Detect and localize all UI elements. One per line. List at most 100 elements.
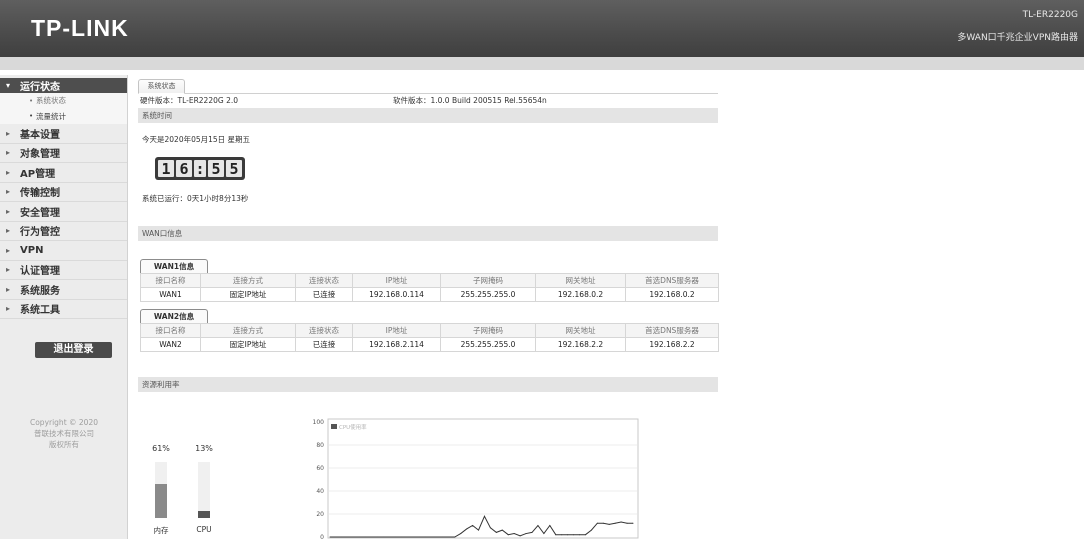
chevron-right-icon: ▸ (6, 148, 11, 158)
sidebar-item-label: 基本设置 (20, 129, 60, 141)
chevron-right-icon: ▸ (6, 245, 11, 255)
cell-ip-address: 192.168.2.114 (352, 337, 441, 352)
chevron-right-icon: ▸ (6, 284, 11, 294)
wan1-info-table: 接口名称 连接方式 连接状态 IP地址 子网掩码 网关地址 首选DNS服务器 W… (140, 273, 719, 302)
cpu-usage-point (561, 534, 563, 536)
y-tick-label: 60 (316, 465, 324, 472)
cpu-usage-point (466, 528, 468, 530)
cell-primary-dns: 192.168.0.2 (625, 287, 719, 302)
system-uptime: 系统已运行：0天1小时8分13秒 (142, 194, 249, 203)
device-model: TL-ER2220G (1022, 10, 1078, 20)
cell-interface-name: WAN1 (140, 287, 201, 302)
table-row: WAN2 固定IP地址 已连接 192.168.2.114 255.255.25… (140, 337, 719, 352)
cpu-usage-point (567, 534, 569, 536)
sidebar-subitem-system-status[interactable]: • 系统状态 (0, 93, 127, 109)
clock-digit: 5 (226, 160, 242, 178)
legend-label: CPU使用率 (339, 423, 367, 431)
sidebar-subitem-traffic-stats[interactable]: • 流量统计 (0, 108, 127, 124)
column-header-gateway: 网关地址 (535, 273, 626, 288)
rights-reserved: 版权所有 (49, 440, 79, 449)
column-header-ip-address: IP地址 (352, 323, 441, 338)
column-header-connection-type: 连接方式 (200, 323, 296, 338)
chevron-right-icon: ▸ (6, 226, 11, 236)
cpu-usage-point (525, 533, 527, 535)
cpu-usage-point (579, 534, 581, 536)
header-bar: TP-LINK TL-ER2220G 多WAN口千兆企业VPN路由器 (0, 0, 1084, 57)
page-tab-bar: 系统状态 (138, 78, 718, 94)
chevron-right-icon: ▸ (6, 128, 11, 138)
column-header-ip-address: IP地址 (352, 273, 441, 288)
section-header-resource-usage: 资源利用率 (138, 377, 718, 392)
cpu-usage-point (584, 534, 586, 536)
column-header-subnet-mask: 子网掩码 (440, 273, 536, 288)
bullet-icon: • (29, 96, 34, 105)
cpu-usage-point (543, 533, 545, 535)
cpu-usage-point (495, 531, 497, 533)
section-header-system-time: 系统时间 (138, 108, 718, 123)
cpu-usage-point (365, 536, 367, 538)
cell-connection-status: 已连接 (295, 337, 353, 352)
column-header-interface-name: 接口名称 (140, 273, 201, 288)
cell-gateway: 192.168.0.2 (535, 287, 626, 302)
sidebar-item-behavior-control[interactable]: ▸ 行为管控 (0, 222, 127, 241)
sidebar-item-label: 认证管理 (20, 266, 60, 278)
cpu-category-label: CPU (196, 525, 212, 534)
cpu-usage-point (371, 536, 373, 538)
cpu-usage-point (501, 529, 503, 531)
sidebar-item-basic-settings[interactable]: ▸ 基本设置 (0, 124, 127, 144)
bullet-icon: • (29, 112, 34, 121)
cpu-usage-point (442, 536, 444, 538)
cpu-usage-point (377, 536, 379, 538)
sidebar-item-object-management[interactable]: ▸ 对象管理 (0, 144, 127, 163)
sidebar-item-system-tools[interactable]: ▸ 系统工具 (0, 300, 127, 319)
sidebar-item-vpn[interactable]: ▸ VPN (0, 241, 127, 261)
logout-button[interactable]: 退出登录 (35, 342, 112, 358)
clock-digit: 6 (176, 160, 192, 178)
clock-separator: : (194, 160, 206, 178)
cell-connection-type: 固定IP地址 (200, 287, 296, 302)
column-header-gateway: 网关地址 (535, 323, 626, 338)
sidebar-item-system-services[interactable]: ▸ 系统服务 (0, 280, 127, 300)
sidebar-subitem-label: 系统状态 (36, 96, 66, 106)
cpu-usage-point (602, 522, 604, 524)
sidebar-item-authentication-management[interactable]: ▸ 认证管理 (0, 261, 127, 280)
system-clock: 1 6 : 5 5 (155, 157, 245, 180)
sidebar-item-label: AP管理 (20, 168, 56, 180)
cpu-usage-point (448, 536, 450, 538)
cell-connection-status: 已连接 (295, 287, 353, 302)
current-date: 今天是2020年05月15日 星期五 (142, 135, 251, 144)
sidebar-item-label: 运行状态 (20, 82, 60, 93)
sidebar-item-ap-management[interactable]: ▸ AP管理 (0, 163, 127, 183)
tab-wan2-info[interactable]: WAN2信息 (140, 309, 208, 323)
sidebar-item-label: 对象管理 (20, 149, 60, 161)
sidebar-item-running-status[interactable]: ▾ 运行状态 (0, 78, 127, 93)
sidebar-item-label: VPN (20, 244, 44, 256)
sidebar-item-security-management[interactable]: ▸ 安全管理 (0, 202, 127, 222)
chevron-right-icon: ▸ (6, 304, 11, 314)
sidebar-item-label: 系统服务 (20, 285, 60, 297)
tp-link-logo: TP-LINK (31, 15, 129, 41)
cpu-usage-point (388, 536, 390, 538)
table-header-row: 接口名称 连接方式 连接状态 IP地址 子网掩码 网关地址 首选DNS服务器 (140, 323, 719, 338)
cpu-usage-point (620, 521, 622, 523)
cell-subnet-mask: 255.255.255.0 (440, 337, 536, 352)
chevron-right-icon: ▸ (6, 206, 11, 216)
column-header-connection-type: 连接方式 (200, 273, 296, 288)
cpu-usage-point (353, 536, 355, 538)
cpu-usage-point (329, 536, 331, 538)
tab-wan1-info[interactable]: WAN1信息 (140, 259, 208, 273)
cpu-usage-point (555, 534, 557, 536)
tab-system-status[interactable]: 系统状态 (138, 79, 185, 94)
cpu-usage-point (418, 536, 420, 538)
clock-digit: 1 (158, 160, 174, 178)
cpu-usage-point (359, 536, 361, 538)
cell-interface-name: WAN2 (140, 337, 201, 352)
sidebar: ▾ 运行状态 • 系统状态 • 流量统计 ▸ 基本设置 ▸ 对象管理 ▸ AP管… (0, 75, 128, 539)
sidebar-subitem-label: 流量统计 (36, 111, 66, 121)
sidebar-item-transmission-control[interactable]: ▸ 传输控制 (0, 183, 127, 202)
memory-usage-bar-track (155, 462, 167, 518)
y-tick-label: 80 (316, 442, 324, 449)
cpu-usage-point (472, 525, 474, 526)
cell-gateway: 192.168.2.2 (535, 337, 626, 352)
sidebar-item-label: 行为管控 (20, 227, 60, 239)
